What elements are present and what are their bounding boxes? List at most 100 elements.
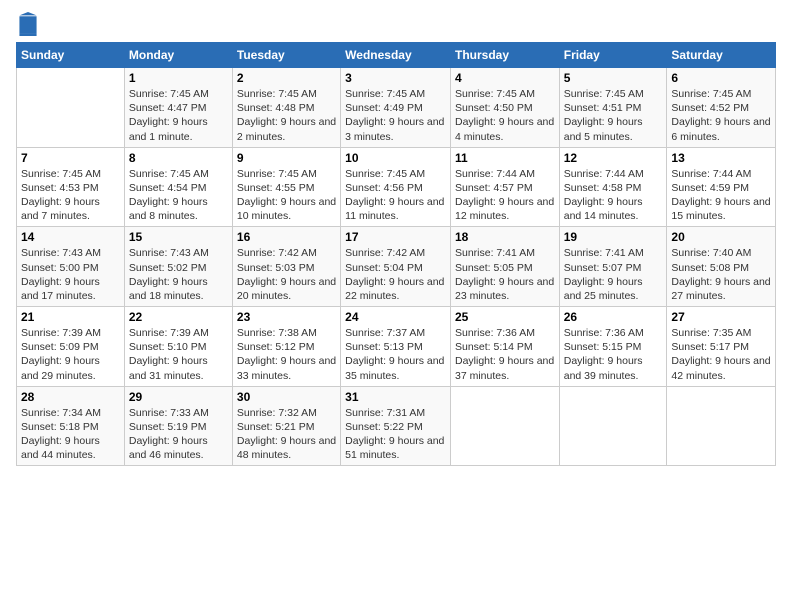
day-number: 19	[564, 230, 663, 244]
day-info: Sunrise: 7:44 AMSunset: 4:57 PMDaylight:…	[455, 167, 555, 224]
day-info: Sunrise: 7:35 AMSunset: 5:17 PMDaylight:…	[671, 326, 771, 383]
logo-icon	[18, 12, 38, 36]
day-info: Sunrise: 7:39 AMSunset: 5:09 PMDaylight:…	[21, 326, 120, 383]
logo	[16, 14, 38, 36]
page-container: SundayMondayTuesdayWednesdayThursdayFrid…	[0, 0, 792, 476]
calendar-cell: 7 Sunrise: 7:45 AMSunset: 4:53 PMDaylight…	[17, 147, 125, 227]
calendar-cell	[450, 386, 559, 466]
day-info: Sunrise: 7:38 AMSunset: 5:12 PMDaylight:…	[237, 326, 336, 383]
day-info: Sunrise: 7:42 AMSunset: 5:04 PMDaylight:…	[345, 246, 446, 303]
calendar-cell: 24 Sunrise: 7:37 AMSunset: 5:13 PMDayligh…	[341, 307, 451, 387]
day-number: 11	[455, 151, 555, 165]
day-number: 5	[564, 71, 663, 85]
header-cell-tuesday: Tuesday	[232, 43, 340, 68]
calendar-cell: 1Sunrise: 7:45 AMSunset: 4:47 PMDaylight…	[124, 68, 232, 148]
day-info: Sunrise: 7:43 AMSunset: 5:00 PMDaylight:…	[21, 246, 120, 303]
header-cell-monday: Monday	[124, 43, 232, 68]
day-info: Sunrise: 7:42 AMSunset: 5:03 PMDaylight:…	[237, 246, 336, 303]
calendar-cell: 11 Sunrise: 7:44 AMSunset: 4:57 PMDayligh…	[450, 147, 559, 227]
calendar-cell: 3 Sunrise: 7:45 AMSunset: 4:49 PMDaylight…	[341, 68, 451, 148]
day-number: 28	[21, 390, 120, 404]
calendar-cell: 10 Sunrise: 7:45 AMSunset: 4:56 PMDayligh…	[341, 147, 451, 227]
page-header	[16, 10, 776, 36]
day-info: Sunrise: 7:37 AMSunset: 5:13 PMDaylight:…	[345, 326, 446, 383]
calendar-cell: 30 Sunrise: 7:32 AMSunset: 5:21 PMDayligh…	[232, 386, 340, 466]
calendar-table: SundayMondayTuesdayWednesdayThursdayFrid…	[16, 42, 776, 466]
day-info: Sunrise: 7:45 AMSunset: 4:56 PMDaylight:…	[345, 167, 446, 224]
header-cell-wednesday: Wednesday	[341, 43, 451, 68]
day-number: 25	[455, 310, 555, 324]
day-info: Sunrise: 7:44 AMSunset: 4:59 PMDaylight:…	[671, 167, 771, 224]
calendar-cell: 19Sunrise: 7:41 AMSunset: 5:07 PMDayligh…	[559, 227, 667, 307]
calendar-cell	[17, 68, 125, 148]
day-number: 2	[237, 71, 336, 85]
calendar-cell: 4Sunrise: 7:45 AMSunset: 4:50 PMDaylight…	[450, 68, 559, 148]
day-number: 6	[671, 71, 771, 85]
day-number: 7	[21, 151, 120, 165]
calendar-cell: 9 Sunrise: 7:45 AMSunset: 4:55 PMDaylight…	[232, 147, 340, 227]
calendar-cell: 25 Sunrise: 7:36 AMSunset: 5:14 PMDayligh…	[450, 307, 559, 387]
day-info: Sunrise: 7:33 AMSunset: 5:19 PMDaylight:…	[129, 406, 228, 463]
day-number: 21	[21, 310, 120, 324]
day-number: 16	[237, 230, 336, 244]
calendar-cell: 20Sunrise: 7:40 AMSunset: 5:08 PMDayligh…	[667, 227, 776, 307]
day-number: 20	[671, 230, 771, 244]
calendar-cell: 18Sunrise: 7:41 AMSunset: 5:05 PMDayligh…	[450, 227, 559, 307]
calendar-cell	[667, 386, 776, 466]
day-info: Sunrise: 7:45 AMSunset: 4:54 PMDaylight:…	[129, 167, 228, 224]
day-info: Sunrise: 7:45 AMSunset: 4:48 PMDaylight:…	[237, 87, 336, 144]
day-info: Sunrise: 7:45 AMSunset: 4:50 PMDaylight:…	[455, 87, 555, 144]
calendar-cell: 26Sunrise: 7:36 AMSunset: 5:15 PMDayligh…	[559, 307, 667, 387]
day-number: 22	[129, 310, 228, 324]
day-info: Sunrise: 7:45 AMSunset: 4:55 PMDaylight:…	[237, 167, 336, 224]
day-number: 29	[129, 390, 228, 404]
calendar-cell: 21 Sunrise: 7:39 AMSunset: 5:09 PMDayligh…	[17, 307, 125, 387]
day-info: Sunrise: 7:36 AMSunset: 5:15 PMDaylight:…	[564, 326, 663, 383]
day-info: Sunrise: 7:45 AMSunset: 4:51 PMDaylight:…	[564, 87, 663, 144]
day-info: Sunrise: 7:45 AMSunset: 4:52 PMDaylight:…	[671, 87, 771, 144]
day-number: 9	[237, 151, 336, 165]
day-info: Sunrise: 7:45 AMSunset: 4:49 PMDaylight:…	[345, 87, 446, 144]
calendar-cell: 29 Sunrise: 7:33 AMSunset: 5:19 PMDayligh…	[124, 386, 232, 466]
header-cell-friday: Friday	[559, 43, 667, 68]
day-info: Sunrise: 7:43 AMSunset: 5:02 PMDaylight:…	[129, 246, 228, 303]
calendar-cell: 6 Sunrise: 7:45 AMSunset: 4:52 PMDaylight…	[667, 68, 776, 148]
calendar-cell: 23 Sunrise: 7:38 AMSunset: 5:12 PMDayligh…	[232, 307, 340, 387]
calendar-cell: 15 Sunrise: 7:43 AMSunset: 5:02 PMDayligh…	[124, 227, 232, 307]
day-number: 12	[564, 151, 663, 165]
calendar-week-3: 14 Sunrise: 7:43 AMSunset: 5:00 PMDayligh…	[17, 227, 776, 307]
header-cell-thursday: Thursday	[450, 43, 559, 68]
calendar-week-4: 21 Sunrise: 7:39 AMSunset: 5:09 PMDayligh…	[17, 307, 776, 387]
day-number: 17	[345, 230, 446, 244]
calendar-cell: 2 Sunrise: 7:45 AMSunset: 4:48 PMDaylight…	[232, 68, 340, 148]
calendar-cell: 12 Sunrise: 7:44 AMSunset: 4:58 PMDayligh…	[559, 147, 667, 227]
calendar-cell: 13Sunrise: 7:44 AMSunset: 4:59 PMDayligh…	[667, 147, 776, 227]
day-number: 18	[455, 230, 555, 244]
day-number: 15	[129, 230, 228, 244]
calendar-cell: 5 Sunrise: 7:45 AMSunset: 4:51 PMDaylight…	[559, 68, 667, 148]
day-info: Sunrise: 7:45 AMSunset: 4:53 PMDaylight:…	[21, 167, 120, 224]
calendar-cell: 14 Sunrise: 7:43 AMSunset: 5:00 PMDayligh…	[17, 227, 125, 307]
calendar-body: 1Sunrise: 7:45 AMSunset: 4:47 PMDaylight…	[17, 68, 776, 466]
day-number: 1	[129, 71, 228, 85]
day-info: Sunrise: 7:32 AMSunset: 5:21 PMDaylight:…	[237, 406, 336, 463]
day-info: Sunrise: 7:36 AMSunset: 5:14 PMDaylight:…	[455, 326, 555, 383]
day-number: 3	[345, 71, 446, 85]
day-number: 8	[129, 151, 228, 165]
day-number: 10	[345, 151, 446, 165]
header-cell-sunday: Sunday	[17, 43, 125, 68]
calendar-week-1: 1Sunrise: 7:45 AMSunset: 4:47 PMDaylight…	[17, 68, 776, 148]
calendar-cell: 22Sunrise: 7:39 AMSunset: 5:10 PMDayligh…	[124, 307, 232, 387]
day-info: Sunrise: 7:44 AMSunset: 4:58 PMDaylight:…	[564, 167, 663, 224]
day-number: 14	[21, 230, 120, 244]
calendar-cell: 28Sunrise: 7:34 AMSunset: 5:18 PMDayligh…	[17, 386, 125, 466]
calendar-cell: 16 Sunrise: 7:42 AMSunset: 5:03 PMDayligh…	[232, 227, 340, 307]
calendar-cell: 31Sunrise: 7:31 AMSunset: 5:22 PMDayligh…	[341, 386, 451, 466]
calendar-cell	[559, 386, 667, 466]
calendar-cell: 27Sunrise: 7:35 AMSunset: 5:17 PMDayligh…	[667, 307, 776, 387]
day-number: 23	[237, 310, 336, 324]
day-number: 30	[237, 390, 336, 404]
header-cell-saturday: Saturday	[667, 43, 776, 68]
header-row: SundayMondayTuesdayWednesdayThursdayFrid…	[17, 43, 776, 68]
day-number: 24	[345, 310, 446, 324]
